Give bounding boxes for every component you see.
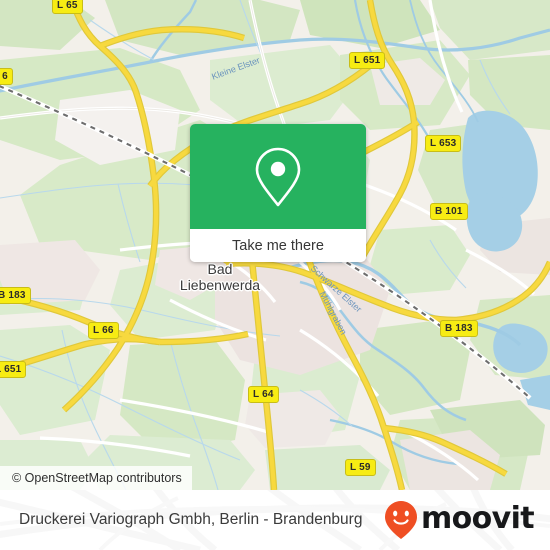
road-shield-l59[interactable]: L 59 (345, 459, 376, 476)
road-shield-b101[interactable]: B 101 (430, 203, 468, 220)
road-shield-l64[interactable]: L 64 (248, 386, 279, 403)
moovit-wordmark: moovit (420, 501, 535, 536)
road-shield-l66[interactable]: L 66 (88, 322, 119, 339)
road-shield-l651-a[interactable]: L 651 (349, 52, 386, 69)
road-shield-b183-e[interactable]: B 183 (440, 320, 478, 337)
moovit-smiley-pin-icon (384, 501, 417, 539)
take-me-there-label: Take me there (232, 237, 324, 254)
map-screenshot-page: Bad Liebenwerda Kleine Elster Schwarze E… (0, 0, 550, 550)
moovit-logo[interactable]: moovit (384, 490, 535, 550)
road-shield-l653[interactable]: L 653 (425, 135, 462, 152)
attribution-text[interactable]: © OpenStreetMap contributors (12, 471, 182, 485)
map-canvas[interactable]: Bad Liebenwerda Kleine Elster Schwarze E… (0, 0, 550, 490)
road-shield-edge-w[interactable]: L 6 (0, 68, 13, 85)
poi-card-pin-area (190, 124, 366, 229)
map-pin-icon (255, 147, 301, 206)
city-label-line2: Liebenwerda (179, 277, 261, 293)
take-me-there-card[interactable]: Take me there (190, 124, 366, 262)
city-label-bad-liebenwerda: Bad Liebenwerda (165, 261, 275, 293)
footer-bar: Druckerei Variograph Gmbh, Berlin - Bran… (0, 490, 550, 550)
road-shield-l65[interactable]: L 65 (52, 0, 83, 14)
attribution-bar: © OpenStreetMap contributors (0, 466, 192, 490)
road-shield-b183-w[interactable]: B 183 (0, 287, 31, 304)
road-shield-l651-b[interactable]: L 651 (0, 361, 27, 378)
page-title: Druckerei Variograph Gmbh, Berlin - Bran… (19, 511, 363, 528)
city-label-line1: Bad (207, 261, 233, 277)
take-me-there-button[interactable]: Take me there (190, 229, 366, 262)
